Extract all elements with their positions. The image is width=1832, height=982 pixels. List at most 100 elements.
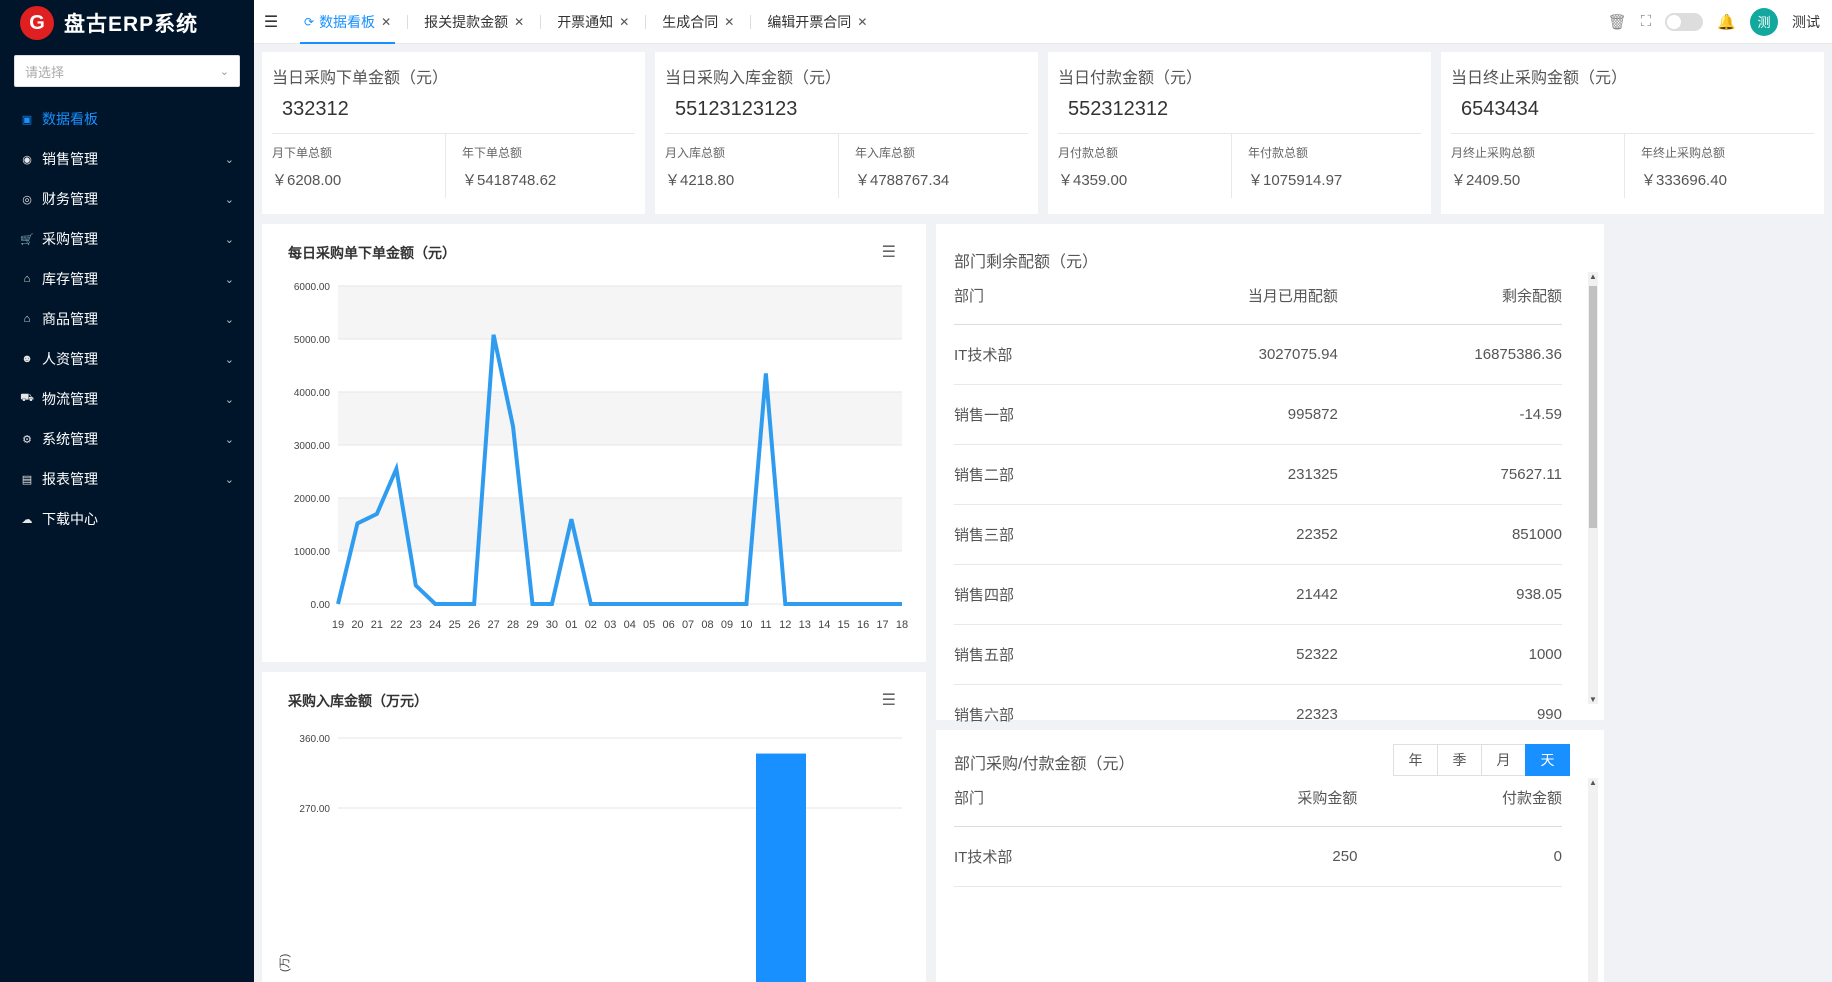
- sidebar-item[interactable]: ⛟ 物流管理 ⌄: [0, 379, 254, 419]
- inbound-amount-chart-panel: 采购入库金额（万元） ☰ 270.00 360.00 (万): [262, 672, 926, 982]
- stat-sub-label: 年入库总额: [855, 146, 916, 160]
- tab[interactable]: 编辑开票合同 ✕: [751, 0, 883, 44]
- table-cell: 销售一部: [954, 384, 1108, 445]
- chevron-down-icon: ⌄: [219, 65, 229, 78]
- tab[interactable]: 开票通知 ✕: [541, 0, 645, 44]
- dept-purchase-panel: 部门采购/付款金额（元） 年季月天 部门 采购金额 付款金额 IT技术部 250 0 ▲: [936, 730, 1604, 982]
- sidebar-item-label: 财务管理: [42, 191, 98, 207]
- table-row: IT技术部 250 0: [954, 826, 1562, 887]
- stat-sub-label: 月终止采购总额: [1451, 146, 1536, 160]
- dept-purchase-scrollbar[interactable]: ▲: [1588, 778, 1598, 982]
- sidebar-item[interactable]: ⌂ 商品管理 ⌄: [0, 299, 254, 339]
- x-tick-label: 27: [487, 619, 499, 631]
- sidebar-item[interactable]: ▤ 报表管理 ⌄: [0, 459, 254, 499]
- dashboard-content: 当日采购下单金额（元） 332312 月下单总额 ￥6208.00 年下单总额 ￥5418…: [254, 44, 1832, 982]
- stat-value: 332312: [282, 98, 349, 120]
- sidebar-item[interactable]: ☻ 人资管理 ⌄: [0, 339, 254, 379]
- warehouse-icon: ⌂: [23, 273, 31, 285]
- stat-sub-value: ￥5418748.62: [462, 172, 557, 189]
- tab[interactable]: 报关提款金额 ✕: [408, 0, 540, 44]
- stat-sub-label: 月付款总额: [1058, 146, 1119, 160]
- daily-purchase-chart-panel: 每日采购单下单金额（元） ☰ 0.00 1000.00 2000.00 3000.00…: [262, 224, 926, 662]
- sales-icon: ◉: [22, 153, 32, 166]
- x-tick-label: 20: [351, 619, 363, 631]
- table-row: 销售四部 21442 938.05: [954, 564, 1562, 625]
- stat-sub-row: 月下单总额 ￥6208.00 年下单总额 ￥5418748.62: [272, 133, 635, 198]
- stat-sub-label: 年终止采购总额: [1641, 146, 1726, 160]
- table-cell: -14.59: [1337, 384, 1562, 445]
- sidebar-item[interactable]: ☁ 下载中心: [0, 499, 254, 539]
- table-cell: 3027075.94: [1107, 324, 1338, 385]
- logo[interactable]: G 盘古ERP系统: [0, 0, 254, 46]
- trash-icon[interactable]: 🗑: [1608, 13, 1627, 31]
- table-cell: 0: [1357, 826, 1562, 887]
- stat-sub-value: ￥4788767.34: [855, 172, 950, 189]
- x-tick-label: 08: [701, 619, 713, 631]
- table-row: 销售五部 52322 1000: [954, 624, 1562, 685]
- stat-title: 当日终止采购金额（元）: [1451, 70, 1628, 87]
- scroll-thumb[interactable]: [1589, 286, 1597, 528]
- avatar[interactable]: 测: [1750, 7, 1778, 36]
- table-header-cell: 当月已用配额: [1107, 268, 1338, 325]
- x-tick-label: 21: [371, 619, 383, 631]
- y-tick-label: 3000.00: [294, 441, 331, 452]
- stat-sub-value: ￥333696.40: [1641, 172, 1727, 189]
- table-cell: 250: [1152, 826, 1358, 887]
- table-cell: 52322: [1107, 624, 1338, 685]
- tab[interactable]: 生成合同 ✕: [646, 0, 750, 44]
- stat-sub-label: 月下单总额: [272, 146, 333, 160]
- table-cell: 851000: [1337, 504, 1562, 565]
- x-tick-label: 22: [390, 619, 402, 631]
- sidebar-item[interactable]: 🛒 采购管理 ⌄: [0, 219, 254, 259]
- refresh-icon[interactable]: ⟳: [304, 15, 314, 29]
- close-icon[interactable]: ✕: [857, 15, 867, 29]
- y-axis-label: (万): [279, 954, 291, 972]
- close-icon[interactable]: ✕: [724, 15, 734, 29]
- sidebar-item[interactable]: ▣ 数据看板: [0, 99, 254, 139]
- dept-quota-scrollbar[interactable]: ▲ ▼: [1588, 272, 1598, 704]
- report-icon: ▤: [21, 473, 33, 486]
- y-tick-label: 2000.00: [294, 494, 331, 505]
- tab[interactable]: ⟳ 数据看板 ✕: [288, 0, 407, 44]
- sidebar-item[interactable]: ◎ 财务管理 ⌄: [0, 179, 254, 219]
- close-icon[interactable]: ✕: [381, 15, 391, 29]
- x-tick-label: 13: [799, 619, 811, 631]
- scroll-up-icon[interactable]: ▲: [1588, 272, 1598, 281]
- grid-band: [338, 498, 902, 551]
- sidebar-item[interactable]: ◉ 销售管理 ⌄: [0, 139, 254, 179]
- x-tick-label: 25: [449, 619, 461, 631]
- x-tick-label: 05: [643, 619, 655, 631]
- stat-value: 6543434: [1461, 98, 1539, 120]
- table-cell: 995872: [1107, 384, 1338, 445]
- stat-sub-row: 月终止采购总额 ￥2409.50 年终止采购总额 ￥333696.40: [1451, 133, 1814, 198]
- scroll-up-icon[interactable]: ▲: [1588, 778, 1598, 787]
- x-tick-label: 10: [740, 619, 752, 631]
- x-tick-label: 03: [604, 619, 616, 631]
- close-icon[interactable]: ✕: [514, 15, 524, 29]
- bar-chart: 270.00 360.00 (万): [279, 734, 902, 982]
- sidebar-item[interactable]: ⌂ 库存管理 ⌄: [0, 259, 254, 299]
- x-tick-label: 01: [565, 619, 577, 631]
- org-select[interactable]: 请选择 ⌄: [14, 55, 240, 87]
- stat-card: 当日终止采购金额（元） 6543434 月终止采购总额 ￥2409.50 年终止采购总额…: [1441, 52, 1824, 214]
- scroll-down-icon[interactable]: ▼: [1588, 695, 1598, 704]
- theme-toggle[interactable]: [1665, 12, 1704, 31]
- goods-icon: ⌂: [23, 313, 31, 325]
- dept-quota-panel: 部门剩余配额（元） 部门 当月已用配额 剩余配额 IT技术部 3027075.94 16…: [936, 224, 1604, 745]
- sidebar-item-label: 数据看板: [42, 111, 98, 127]
- x-tick-label: 16: [857, 619, 869, 631]
- user-name[interactable]: 测试: [1792, 12, 1820, 32]
- table-row: 销售一部 995872 -14.59: [954, 384, 1562, 445]
- sidebar-item[interactable]: ⚙ 系统管理 ⌄: [0, 419, 254, 459]
- bell-icon[interactable]: 🔔: [1717, 13, 1736, 31]
- fullscreen-icon[interactable]: ⛶: [1641, 13, 1652, 30]
- x-tick-label: 09: [721, 619, 733, 631]
- menu-toggle-icon[interactable]: ☰: [254, 0, 288, 44]
- x-tick-label: 15: [838, 619, 850, 631]
- stat-cards: 当日采购下单金额（元） 332312 月下单总额 ￥6208.00 年下单总额 ￥5418…: [262, 52, 1824, 214]
- sidebar-item-label: 人资管理: [42, 351, 98, 367]
- sidebar-item-label: 下载中心: [42, 511, 98, 527]
- y-tick-label: 270.00: [299, 804, 330, 815]
- tab-label: 数据看板: [319, 13, 376, 30]
- close-icon[interactable]: ✕: [619, 15, 629, 29]
